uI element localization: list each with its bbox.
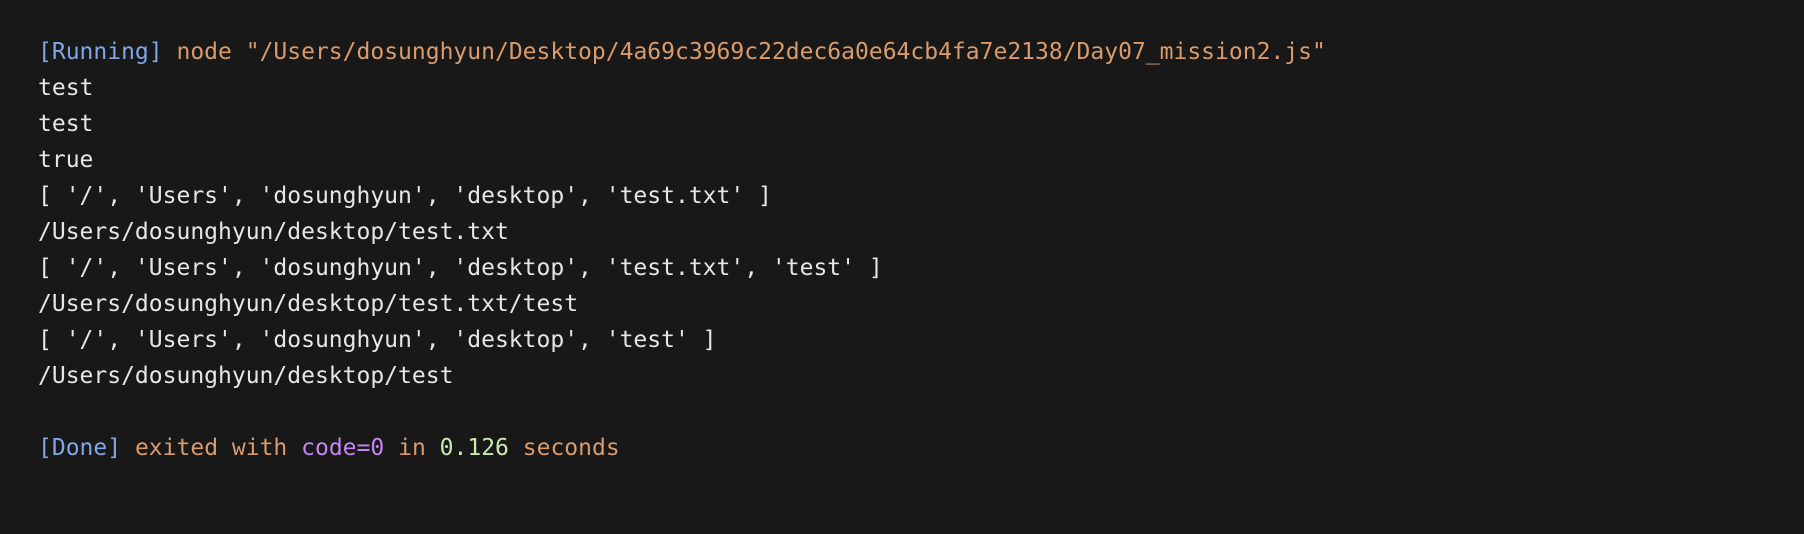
done-tag: [Done] xyxy=(38,435,122,461)
output-line: test xyxy=(38,75,94,101)
output-line: /Users/dosunghyun/desktop/test xyxy=(38,363,454,389)
run-command: node "/Users/dosunghyun/Desktop/4a69c396… xyxy=(176,39,1326,65)
exit-code: code=0 xyxy=(301,435,385,461)
in-text: in xyxy=(398,435,426,461)
output-line: true xyxy=(38,147,94,173)
output-line: /Users/dosunghyun/desktop/test.txt xyxy=(38,219,509,245)
done-footer-line: [Done] exited with code=0 in 0.126 secon… xyxy=(38,430,1804,466)
output-line: [ '/', 'Users', 'dosunghyun', 'desktop',… xyxy=(38,183,772,209)
output-line: [ '/', 'Users', 'dosunghyun', 'desktop',… xyxy=(38,255,883,281)
seconds-label: seconds xyxy=(522,435,620,461)
run-header-line: [Running] node "/Users/dosunghyun/Deskto… xyxy=(38,34,1804,70)
duration-value: 0.126 xyxy=(439,435,509,461)
output-panel: [Running] node "/Users/dosunghyun/Deskto… xyxy=(0,0,1804,534)
output-line: /Users/dosunghyun/desktop/test.txt/test xyxy=(38,291,579,317)
output-line: [ '/', 'Users', 'dosunghyun', 'desktop',… xyxy=(38,327,717,353)
output-line: test xyxy=(38,111,94,137)
running-tag: [Running] xyxy=(38,39,163,65)
exited-with-text: exited with xyxy=(134,435,288,461)
